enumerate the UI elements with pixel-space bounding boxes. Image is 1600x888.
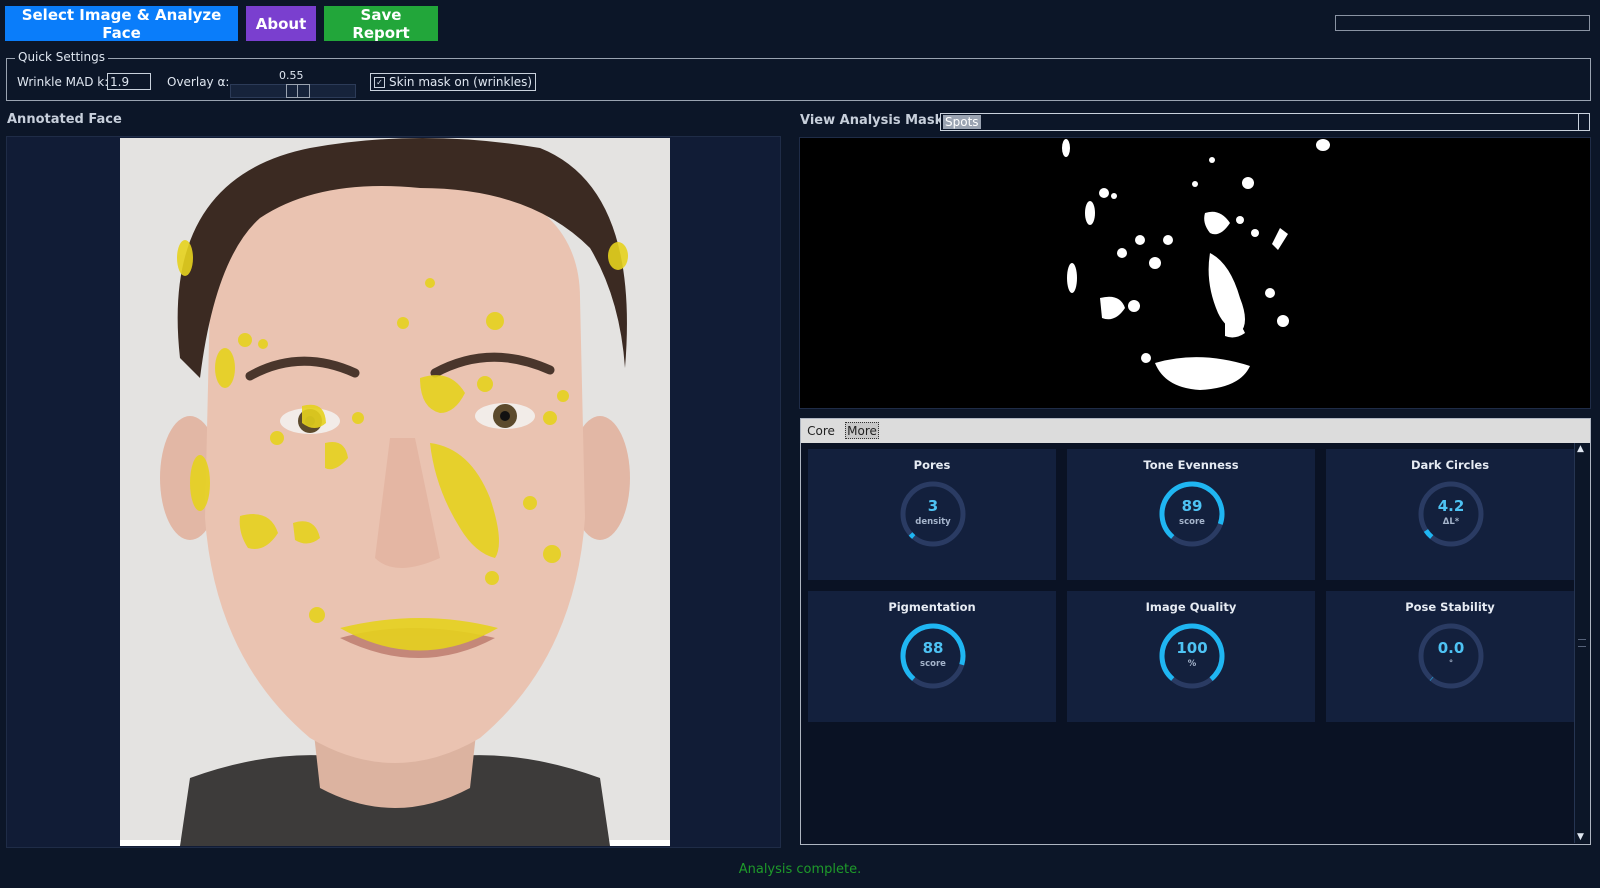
overlay-slider[interactable] <box>230 84 356 98</box>
metric-title: Pigmentation <box>888 600 976 614</box>
wrinkle-label: Wrinkle MAD k: <box>17 75 109 89</box>
metrics-panel: Core More Pores 3 density Tone Evenness <box>800 418 1591 845</box>
metric-value: 89 <box>1181 497 1203 515</box>
quick-settings-group: Quick Settings Wrinkle MAD k: Overlay α:… <box>6 50 1591 101</box>
view-mask-label: View Analysis Mask: <box>800 113 949 128</box>
metric-gauge: 89 score <box>1157 479 1227 549</box>
metric-value: 4.2 <box>1437 497 1465 515</box>
metric-card-tone-evenness: Tone Evenness 89 score <box>1067 449 1315 580</box>
analysis-mask-view <box>799 137 1591 409</box>
metric-unit: ° <box>1448 659 1454 669</box>
metric-value: 0.0 <box>1437 639 1465 657</box>
dropdown-arrow-icon[interactable] <box>1578 114 1589 130</box>
spots-mask-image <box>800 138 1590 408</box>
metrics-scrollbar[interactable]: ▲ ▼ <box>1574 443 1590 843</box>
about-button[interactable]: About <box>246 6 316 41</box>
metric-card-pose-stability: Pose Stability 0.0 ° <box>1326 591 1574 722</box>
face-illustration <box>120 138 670 846</box>
status-message: Analysis complete. <box>738 862 862 877</box>
metric-gauge: 4.2 ΔL* <box>1416 479 1486 549</box>
wrinkle-mad-input[interactable] <box>107 73 151 90</box>
metric-card-pores: Pores 3 density <box>808 449 1056 580</box>
metric-title: Dark Circles <box>1410 458 1490 472</box>
metric-card-image-quality: Image Quality 100 % <box>1067 591 1315 722</box>
metric-gauge: 3 density <box>898 479 968 549</box>
metric-title: Pose Stability <box>1405 600 1495 614</box>
overlay-value: 0.55 <box>279 69 304 82</box>
scroll-grip-icon[interactable] <box>1578 639 1586 647</box>
metric-gauge: 88 score <box>898 621 968 691</box>
metrics-grid: Pores 3 density Tone Evenness 89 score D… <box>802 443 1574 843</box>
metric-unit: ΔL* <box>1442 517 1460 527</box>
metric-gauge: 100 % <box>1157 621 1227 691</box>
metric-title: Tone Evenness <box>1143 458 1239 472</box>
quick-settings-legend: Quick Settings <box>15 50 108 64</box>
skin-mask-toggle[interactable]: ✓ Skin mask on (wrinkles) <box>370 73 537 91</box>
annotated-face-image <box>120 138 670 846</box>
metric-gauge: 0.0 ° <box>1416 621 1486 691</box>
skin-mask-label: Skin mask on (wrinkles) <box>389 75 533 89</box>
metric-unit: density <box>915 517 951 527</box>
checkbox-checked-icon[interactable]: ✓ <box>374 76 385 88</box>
tab-more[interactable]: More <box>845 422 879 439</box>
metric-value: 3 <box>927 497 939 515</box>
select-analyze-button[interactable]: Select Image & Analyze Face <box>5 6 238 42</box>
mask-select-value: Spots <box>943 115 981 129</box>
metric-value: 100 <box>1176 639 1208 657</box>
overlay-label: Overlay α: <box>167 75 230 89</box>
metric-unit: score <box>1179 517 1205 527</box>
mask-select[interactable]: Spots <box>940 113 1590 131</box>
scroll-up-icon[interactable]: ▲ <box>1577 444 1584 454</box>
metric-unit: % <box>1187 659 1197 669</box>
metric-card-pigmentation: Pigmentation 88 score <box>808 591 1056 722</box>
annotated-face-title: Annotated Face <box>7 112 122 127</box>
tab-core[interactable]: Core <box>803 422 839 439</box>
scroll-down-icon[interactable]: ▼ <box>1577 832 1584 842</box>
metric-value: 88 <box>922 639 944 657</box>
progress-bar <box>1335 15 1590 31</box>
metric-card-dark-circles: Dark Circles 4.2 ΔL* <box>1326 449 1574 580</box>
save-report-button[interactable]: Save Report <box>324 6 438 42</box>
metrics-tabbar: Core More <box>801 419 1590 443</box>
metric-title: Image Quality <box>1145 600 1237 614</box>
overlay-slider-thumb[interactable] <box>286 84 310 98</box>
annotated-face-panel <box>6 136 781 848</box>
metric-title: Pores <box>913 458 951 472</box>
metric-unit: score <box>920 659 946 669</box>
